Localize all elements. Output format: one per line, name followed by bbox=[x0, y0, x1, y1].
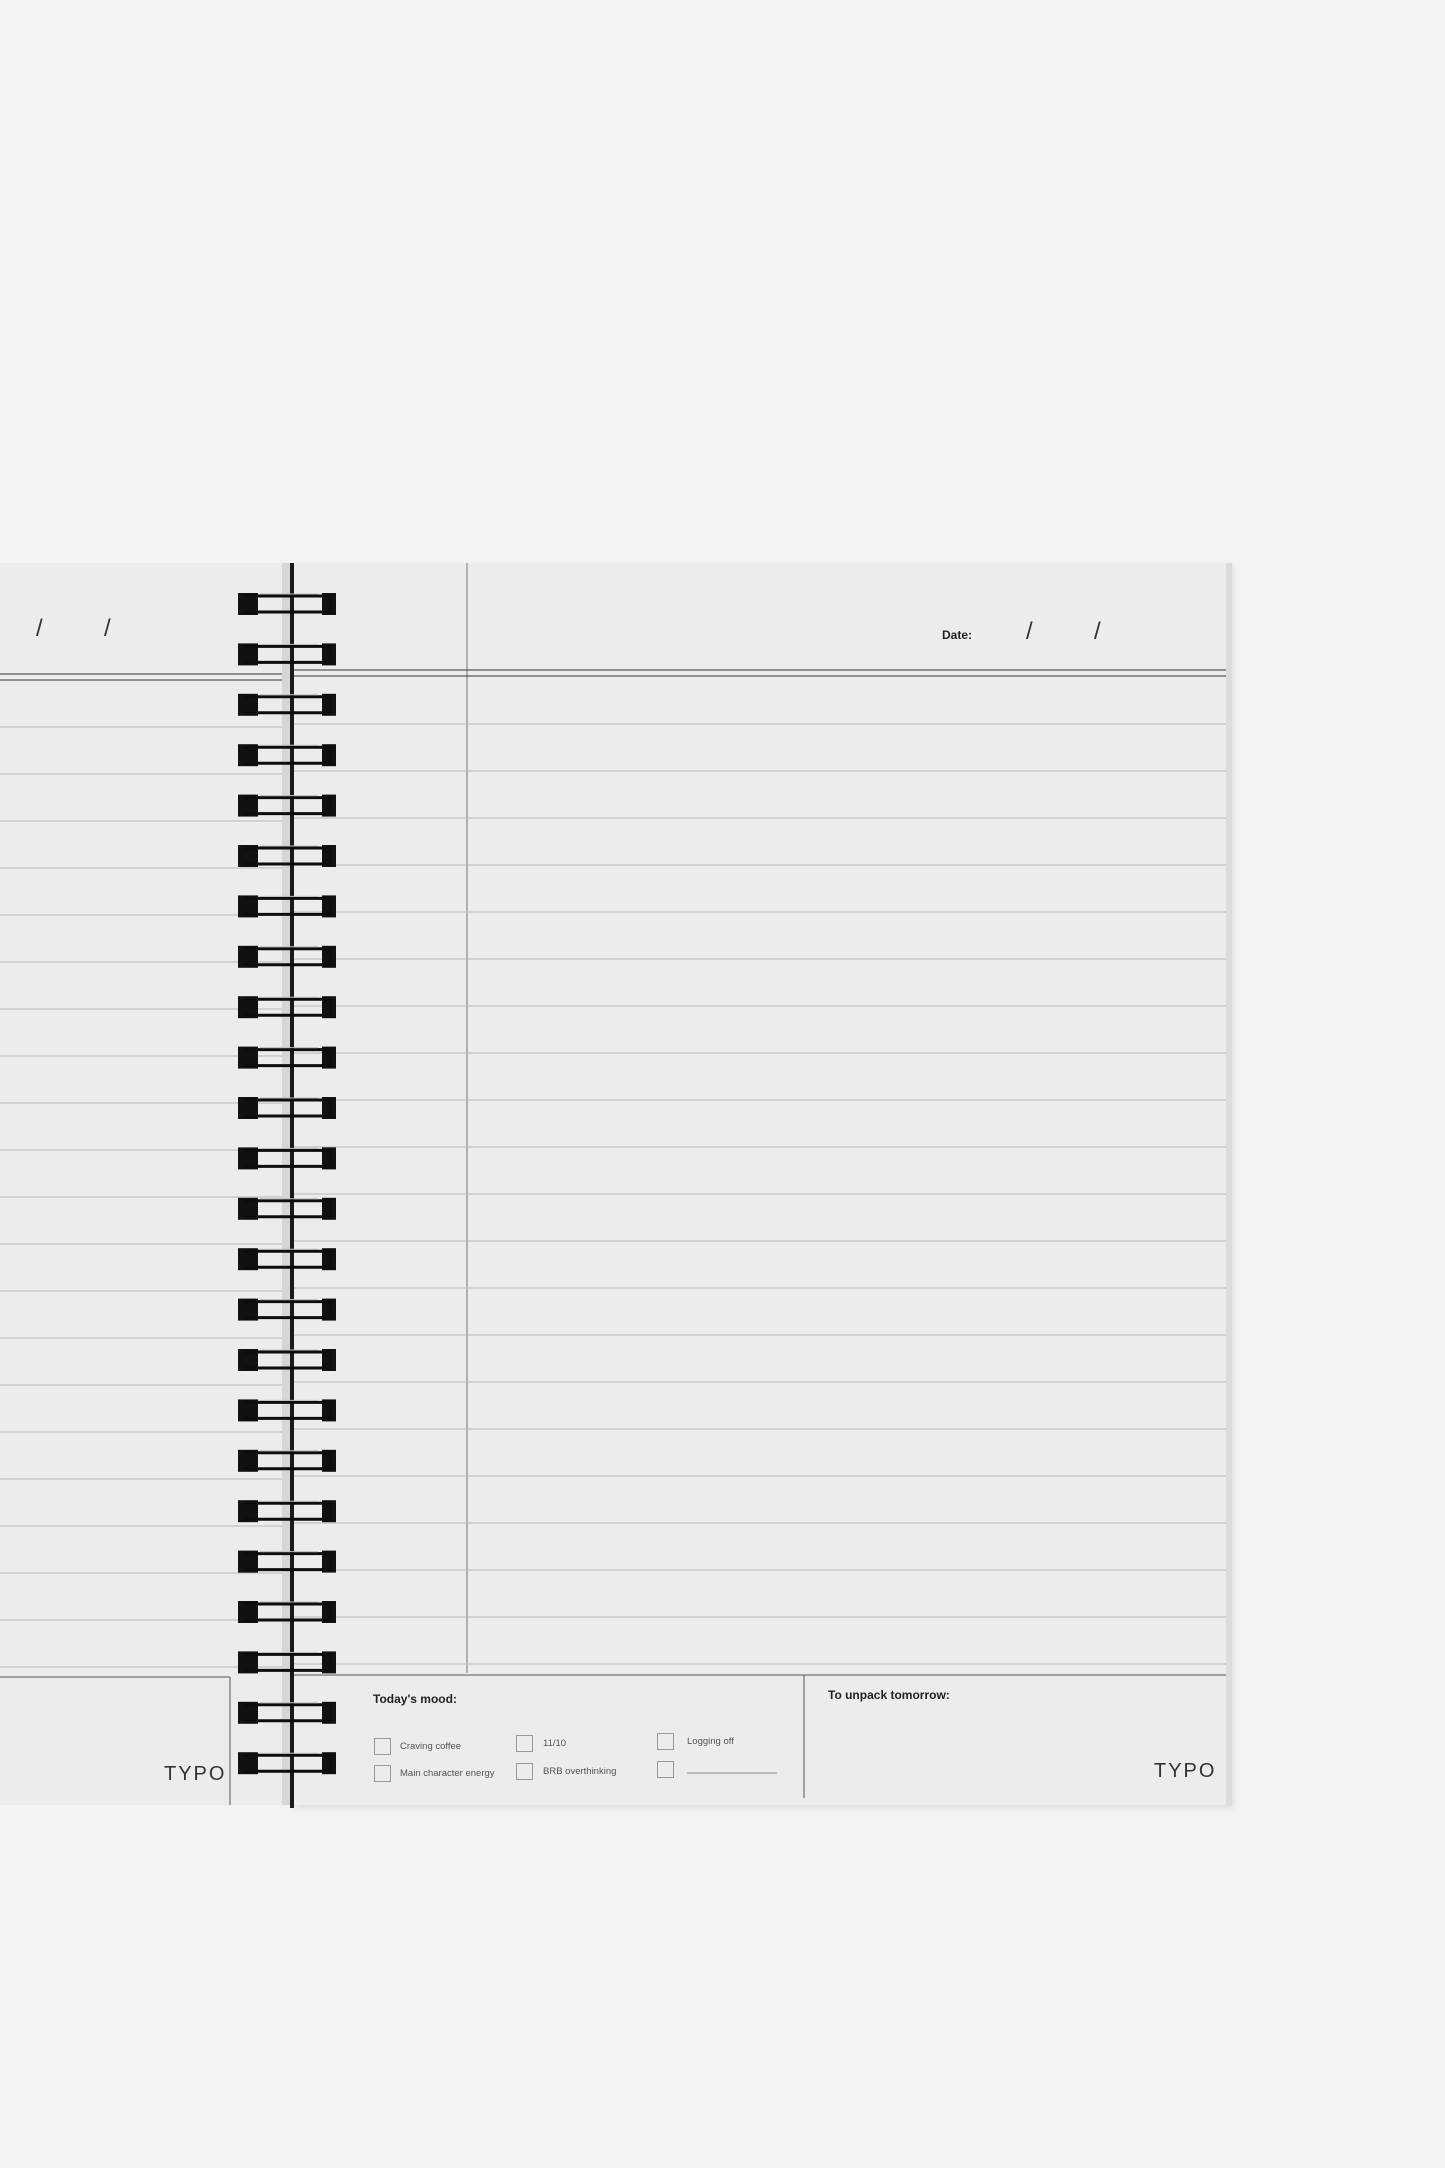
date-slash: / bbox=[1094, 618, 1101, 645]
unpack-title: To unpack tomorrow: bbox=[828, 1688, 950, 1702]
spiral-ring bbox=[238, 593, 336, 615]
spiral-binding bbox=[238, 593, 336, 1775]
spiral-ring bbox=[238, 1147, 336, 1170]
spiral-ring bbox=[238, 1298, 336, 1321]
date-slash: / bbox=[1026, 618, 1033, 645]
spiral-ring bbox=[238, 1601, 336, 1623]
mood-checkbox[interactable] bbox=[374, 1738, 391, 1755]
date-slash: / bbox=[104, 615, 111, 642]
date-slash: / bbox=[36, 615, 43, 642]
mood-option: Logging off bbox=[687, 1736, 734, 1747]
mood-checkbox[interactable] bbox=[657, 1761, 674, 1778]
spiral-ring bbox=[238, 1550, 336, 1573]
spiral-ring bbox=[238, 1197, 336, 1220]
spiral-ring bbox=[238, 643, 336, 666]
spiral-ring bbox=[238, 1248, 336, 1271]
spiral-ring bbox=[238, 693, 336, 716]
right-page-rules bbox=[293, 563, 1231, 1798]
spiral-ring bbox=[238, 1349, 336, 1371]
mood-option: 11/10 bbox=[543, 1738, 567, 1749]
spiral-ring bbox=[238, 1651, 336, 1674]
mood-checkbox[interactable] bbox=[657, 1733, 674, 1750]
mood-option: Craving coffee bbox=[400, 1741, 462, 1752]
page-edge bbox=[1226, 563, 1232, 1805]
brand-logo-left: TYPO bbox=[164, 1763, 227, 1785]
mood-title: Today's mood: bbox=[373, 1692, 457, 1706]
spiral-ring bbox=[238, 1097, 336, 1119]
brand-logo-right: TYPO bbox=[1154, 1760, 1217, 1782]
mood-checkbox[interactable] bbox=[516, 1735, 533, 1752]
spiral-ring bbox=[238, 1046, 336, 1069]
spiral-ring bbox=[238, 1701, 336, 1724]
mood-checkbox[interactable] bbox=[516, 1763, 533, 1780]
spiral-ring bbox=[238, 895, 336, 918]
spiral-ring bbox=[238, 1500, 336, 1523]
spiral-ring bbox=[238, 996, 336, 1019]
spiral-ring bbox=[238, 845, 336, 867]
spiral-ring bbox=[238, 794, 336, 817]
date-label: Date: bbox=[942, 628, 973, 642]
spiral-ring bbox=[238, 1399, 336, 1422]
spiral-ring bbox=[238, 1752, 336, 1775]
mood-option: Main character energy bbox=[400, 1768, 495, 1779]
spiral-ring bbox=[238, 744, 336, 767]
spiral-ring bbox=[238, 1449, 336, 1472]
right-page bbox=[293, 563, 1231, 1805]
mood-checkbox[interactable] bbox=[374, 1765, 391, 1782]
mood-option: BRB overthinking bbox=[543, 1766, 617, 1777]
spiral-ring bbox=[238, 945, 336, 968]
